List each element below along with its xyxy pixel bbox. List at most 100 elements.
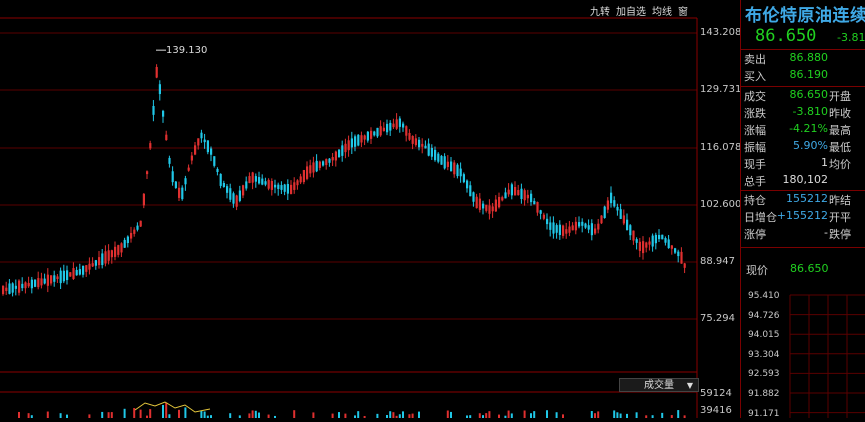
candle-body xyxy=(43,278,46,284)
candle-body xyxy=(18,280,21,293)
volume-bar xyxy=(677,410,680,418)
candle-body xyxy=(603,206,606,218)
buy-row: 买入 86.190 xyxy=(741,68,865,85)
candle-body xyxy=(267,179,270,189)
price-row: 86.650 -3.81 xyxy=(741,26,865,48)
volume-bar xyxy=(597,411,600,418)
candle-body xyxy=(318,161,321,168)
candle-body xyxy=(24,282,27,289)
candle-body xyxy=(213,156,216,166)
volume-bar xyxy=(27,413,30,418)
candle-body xyxy=(315,160,318,172)
volume-ma-line xyxy=(134,401,211,413)
field-label-secondary: 开平 xyxy=(829,211,851,224)
candle-body xyxy=(197,138,200,146)
toolbar-jiuzhuan[interactable]: 九转 xyxy=(590,3,610,18)
candle-body xyxy=(600,215,603,224)
volume-bar xyxy=(590,411,593,418)
candle-body xyxy=(664,238,667,243)
candle-body xyxy=(302,169,305,183)
volume-bar xyxy=(357,411,360,418)
candle-body xyxy=(482,203,485,209)
volume-bar xyxy=(258,412,260,418)
candle-body xyxy=(638,241,641,251)
candle-body xyxy=(133,229,136,234)
candle-body xyxy=(117,245,120,255)
toolbar-window[interactable]: 窗 xyxy=(678,3,688,18)
candle-body xyxy=(642,241,645,254)
candle-body xyxy=(590,223,593,236)
candle-body xyxy=(248,176,251,184)
candle-body xyxy=(382,127,385,132)
volume-bar xyxy=(533,411,536,418)
candle-body xyxy=(491,206,494,212)
candle-body xyxy=(510,184,513,196)
rows2-row: 涨停 - 跌停 xyxy=(741,226,865,243)
candle-body xyxy=(392,123,395,128)
candle-body xyxy=(216,168,219,173)
rows-row: 涨跌 -3.810 昨收 xyxy=(741,105,865,122)
candle-body xyxy=(2,285,5,295)
kline-chart[interactable]: 139.130 xyxy=(0,0,740,418)
volume-bar xyxy=(149,409,152,418)
candle-body xyxy=(290,184,293,195)
candle-body xyxy=(613,200,616,207)
volume-bar xyxy=(139,409,142,418)
candle-body xyxy=(59,270,62,284)
last-price: 86.650 xyxy=(755,26,817,46)
volume-bar xyxy=(267,414,270,418)
candle-body xyxy=(251,172,254,183)
sell-row: 卖出 86.880 xyxy=(741,51,865,68)
mini-axis-label: 92.593 xyxy=(748,369,780,380)
candle-body xyxy=(530,193,533,203)
volume-bar xyxy=(331,413,334,418)
volume-bar xyxy=(312,412,315,418)
candle-body xyxy=(14,285,17,289)
candle-body xyxy=(331,157,334,161)
volume-bar xyxy=(555,412,558,418)
candle-body xyxy=(450,161,453,172)
candle-body xyxy=(78,269,81,275)
kline-svg[interactable]: 139.130 xyxy=(0,0,740,418)
candle-body xyxy=(62,270,65,282)
peak-marker-label: 139.130 xyxy=(166,45,207,56)
candle-body xyxy=(322,161,325,166)
field-value: +155212 xyxy=(776,209,828,222)
candle-body xyxy=(629,225,632,236)
field-value: 155212 xyxy=(786,192,828,205)
candle-body xyxy=(312,162,315,173)
candle-body xyxy=(539,210,542,214)
candle-body xyxy=(178,187,181,198)
candle-body xyxy=(555,225,558,233)
candle-body xyxy=(226,186,229,193)
candle-body xyxy=(222,183,225,188)
volume-bar xyxy=(523,410,526,418)
candle-body xyxy=(152,105,155,115)
candle-body xyxy=(446,161,449,167)
candle-body xyxy=(488,205,491,214)
field-label-secondary: 昨结 xyxy=(829,194,851,207)
candle-body xyxy=(606,200,609,210)
volume-indicator-dropdown[interactable]: 成交量 ▼ xyxy=(619,378,699,392)
candle-body xyxy=(174,181,177,188)
candle-body xyxy=(235,195,238,207)
toolbar-add-watchlist[interactable]: 加自选 xyxy=(616,3,646,18)
volume-bar xyxy=(107,412,110,418)
candle-body xyxy=(53,275,56,282)
toolbar-moving-average[interactable]: 均线 xyxy=(652,3,672,18)
candle-body xyxy=(142,193,145,206)
candle-body xyxy=(328,158,331,163)
candle-body xyxy=(418,139,421,148)
candle-body xyxy=(139,220,142,227)
volume-bar xyxy=(485,413,488,418)
candle-body xyxy=(171,171,174,183)
candle-body xyxy=(427,143,430,156)
candle-body xyxy=(94,260,97,266)
candle-body xyxy=(434,149,437,161)
volume-bar xyxy=(178,409,180,418)
candle-body xyxy=(443,156,446,169)
field-label: 总手 xyxy=(744,175,766,188)
candle-body xyxy=(27,282,30,287)
candle-body xyxy=(123,239,126,248)
candle-body xyxy=(651,235,654,247)
